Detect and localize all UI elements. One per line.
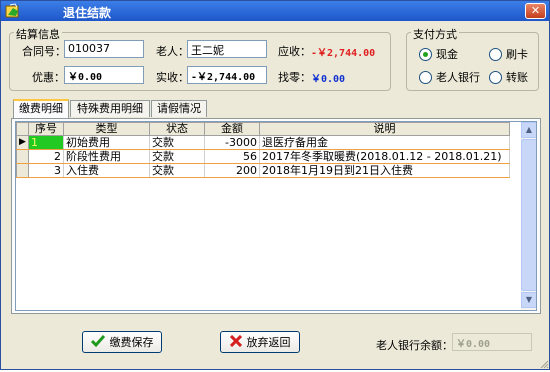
radio-card[interactable]: 刷卡 xyxy=(489,46,528,62)
header-type[interactable]: 类型 xyxy=(63,122,150,136)
radio-card-dot[interactable] xyxy=(489,47,502,61)
cancel-return-button[interactable]: 放弃返回 xyxy=(220,331,300,353)
close-button[interactable]: ✕ xyxy=(525,3,546,19)
radio-cash-dot[interactable] xyxy=(419,47,432,61)
header-note[interactable]: 说明 xyxy=(259,122,510,136)
table-row[interactable]: 2 阶段性费用 交款 56 2017年冬季取暖费(2018.01.12 - 20… xyxy=(16,149,510,164)
cell-status[interactable]: 交款 xyxy=(149,135,205,150)
table-row[interactable]: ▶ 1 初始费用 交款 -3000 退医疗备用金 xyxy=(16,135,510,150)
cell-amount[interactable]: 56 xyxy=(204,149,260,164)
window: 退住结款 ✕ 结算信息 合同号： 010037 老人： 王二妮 应收： -￥2,… xyxy=(0,0,550,370)
red-x-icon xyxy=(229,334,242,350)
contract-label: 合同号： xyxy=(22,45,66,58)
payment-legend: 支付方式 xyxy=(411,26,459,42)
tab-panel: 序号 类型 状态 金额 说明 ▶ 1 初始费用 交款 -3000 退医疗备用金 … xyxy=(11,118,541,314)
cell-type[interactable]: 入住费 xyxy=(63,163,150,178)
change-label: 找零： xyxy=(278,71,311,84)
radio-card-label: 刷卡 xyxy=(506,48,528,61)
change-value: ￥0.00 xyxy=(311,74,346,85)
header-status[interactable]: 状态 xyxy=(149,122,205,136)
table-header: 序号 类型 状态 金额 说明 xyxy=(16,122,510,136)
cell-type[interactable]: 初始费用 xyxy=(63,135,150,150)
received-field[interactable]: -￥2,744.00 xyxy=(187,66,267,84)
scroll-up-icon[interactable]: ▲ xyxy=(521,122,536,138)
window-title: 退住结款 xyxy=(63,6,112,20)
radio-transfer-dot[interactable] xyxy=(489,70,502,84)
cell-amount[interactable]: -3000 xyxy=(204,135,260,150)
fee-grid[interactable]: 序号 类型 状态 金额 说明 ▶ 1 初始费用 交款 -3000 退医疗备用金 … xyxy=(15,121,537,311)
radio-cash[interactable]: 现金 xyxy=(419,46,458,62)
row-selector-icon[interactable]: ▶ xyxy=(16,135,29,150)
discount-field[interactable]: ￥0.00 xyxy=(64,66,144,84)
cell-status[interactable]: 交款 xyxy=(149,149,205,164)
scroll-down-icon[interactable]: ▼ xyxy=(521,292,536,308)
bank-balance-label: 老人银行余额： xyxy=(376,339,453,352)
cell-note[interactable]: 退医疗备用金 xyxy=(259,135,510,150)
table-row[interactable]: 3 入住费 交款 200 2018年1月19日到21日入住费 xyxy=(16,163,510,178)
elder-field[interactable]: 王二妮 xyxy=(187,40,267,58)
header-index[interactable]: 序号 xyxy=(28,122,64,136)
cell-type[interactable]: 阶段性费用 xyxy=(63,149,150,164)
resize-grip-icon[interactable] xyxy=(539,359,549,369)
cell-status[interactable]: 交款 xyxy=(149,163,205,178)
radio-elder-bank[interactable]: 老人银行 xyxy=(419,69,480,85)
cell-note[interactable]: 2017年冬季取暖费(2018.01.12 - 2018.01.21) xyxy=(259,149,510,164)
header-amount[interactable]: 金额 xyxy=(204,122,260,136)
received-label: 实收： xyxy=(156,71,189,84)
bank-balance-field: ￥0.00 xyxy=(452,333,532,351)
scroll-thumb[interactable] xyxy=(521,139,536,291)
cancel-return-label: 放弃返回 xyxy=(246,336,291,349)
close-icon: ✕ xyxy=(530,4,541,17)
tab-special-fee-detail[interactable]: 特殊费用明细 xyxy=(70,100,150,117)
receivable-value: -￥2,744.00 xyxy=(311,48,376,59)
cell-index[interactable]: 2 xyxy=(28,149,64,164)
settlement-legend: 结算信息 xyxy=(14,26,62,42)
cell-amount[interactable]: 200 xyxy=(204,163,260,178)
checkmark-icon xyxy=(90,334,105,351)
row-selector-cell[interactable] xyxy=(16,149,29,164)
save-payment-button[interactable]: 缴费保存 xyxy=(82,331,162,353)
fee-table: 序号 类型 状态 金额 说明 ▶ 1 初始费用 交款 -3000 退医疗备用金 … xyxy=(16,122,510,178)
save-payment-label: 缴费保存 xyxy=(109,336,154,349)
cell-note[interactable]: 2018年1月19日到21日入住费 xyxy=(259,163,510,178)
vertical-scrollbar[interactable]: ▲ ▼ xyxy=(521,122,536,310)
radio-cash-label: 现金 xyxy=(436,48,458,61)
app-icon xyxy=(5,3,21,19)
radio-transfer[interactable]: 转账 xyxy=(489,69,528,85)
radio-elder-bank-label: 老人银行 xyxy=(436,71,480,84)
elder-label: 老人： xyxy=(156,45,189,58)
row-selector-cell[interactable] xyxy=(16,163,29,178)
tab-payment-detail[interactable]: 缴费明细 xyxy=(13,99,69,118)
discount-label: 优惠： xyxy=(32,71,65,84)
title-bar[interactable]: 退住结款 ✕ xyxy=(1,1,549,21)
receivable-label: 应收： xyxy=(278,45,311,58)
tab-leave-status[interactable]: 请假情况 xyxy=(151,100,207,117)
radio-transfer-label: 转账 xyxy=(506,71,528,84)
cell-index[interactable]: 3 xyxy=(28,163,64,178)
header-corner xyxy=(16,122,29,136)
contract-field[interactable]: 010037 xyxy=(64,40,144,58)
radio-elder-bank-dot[interactable] xyxy=(419,70,432,84)
cell-index[interactable]: 1 xyxy=(28,135,64,150)
